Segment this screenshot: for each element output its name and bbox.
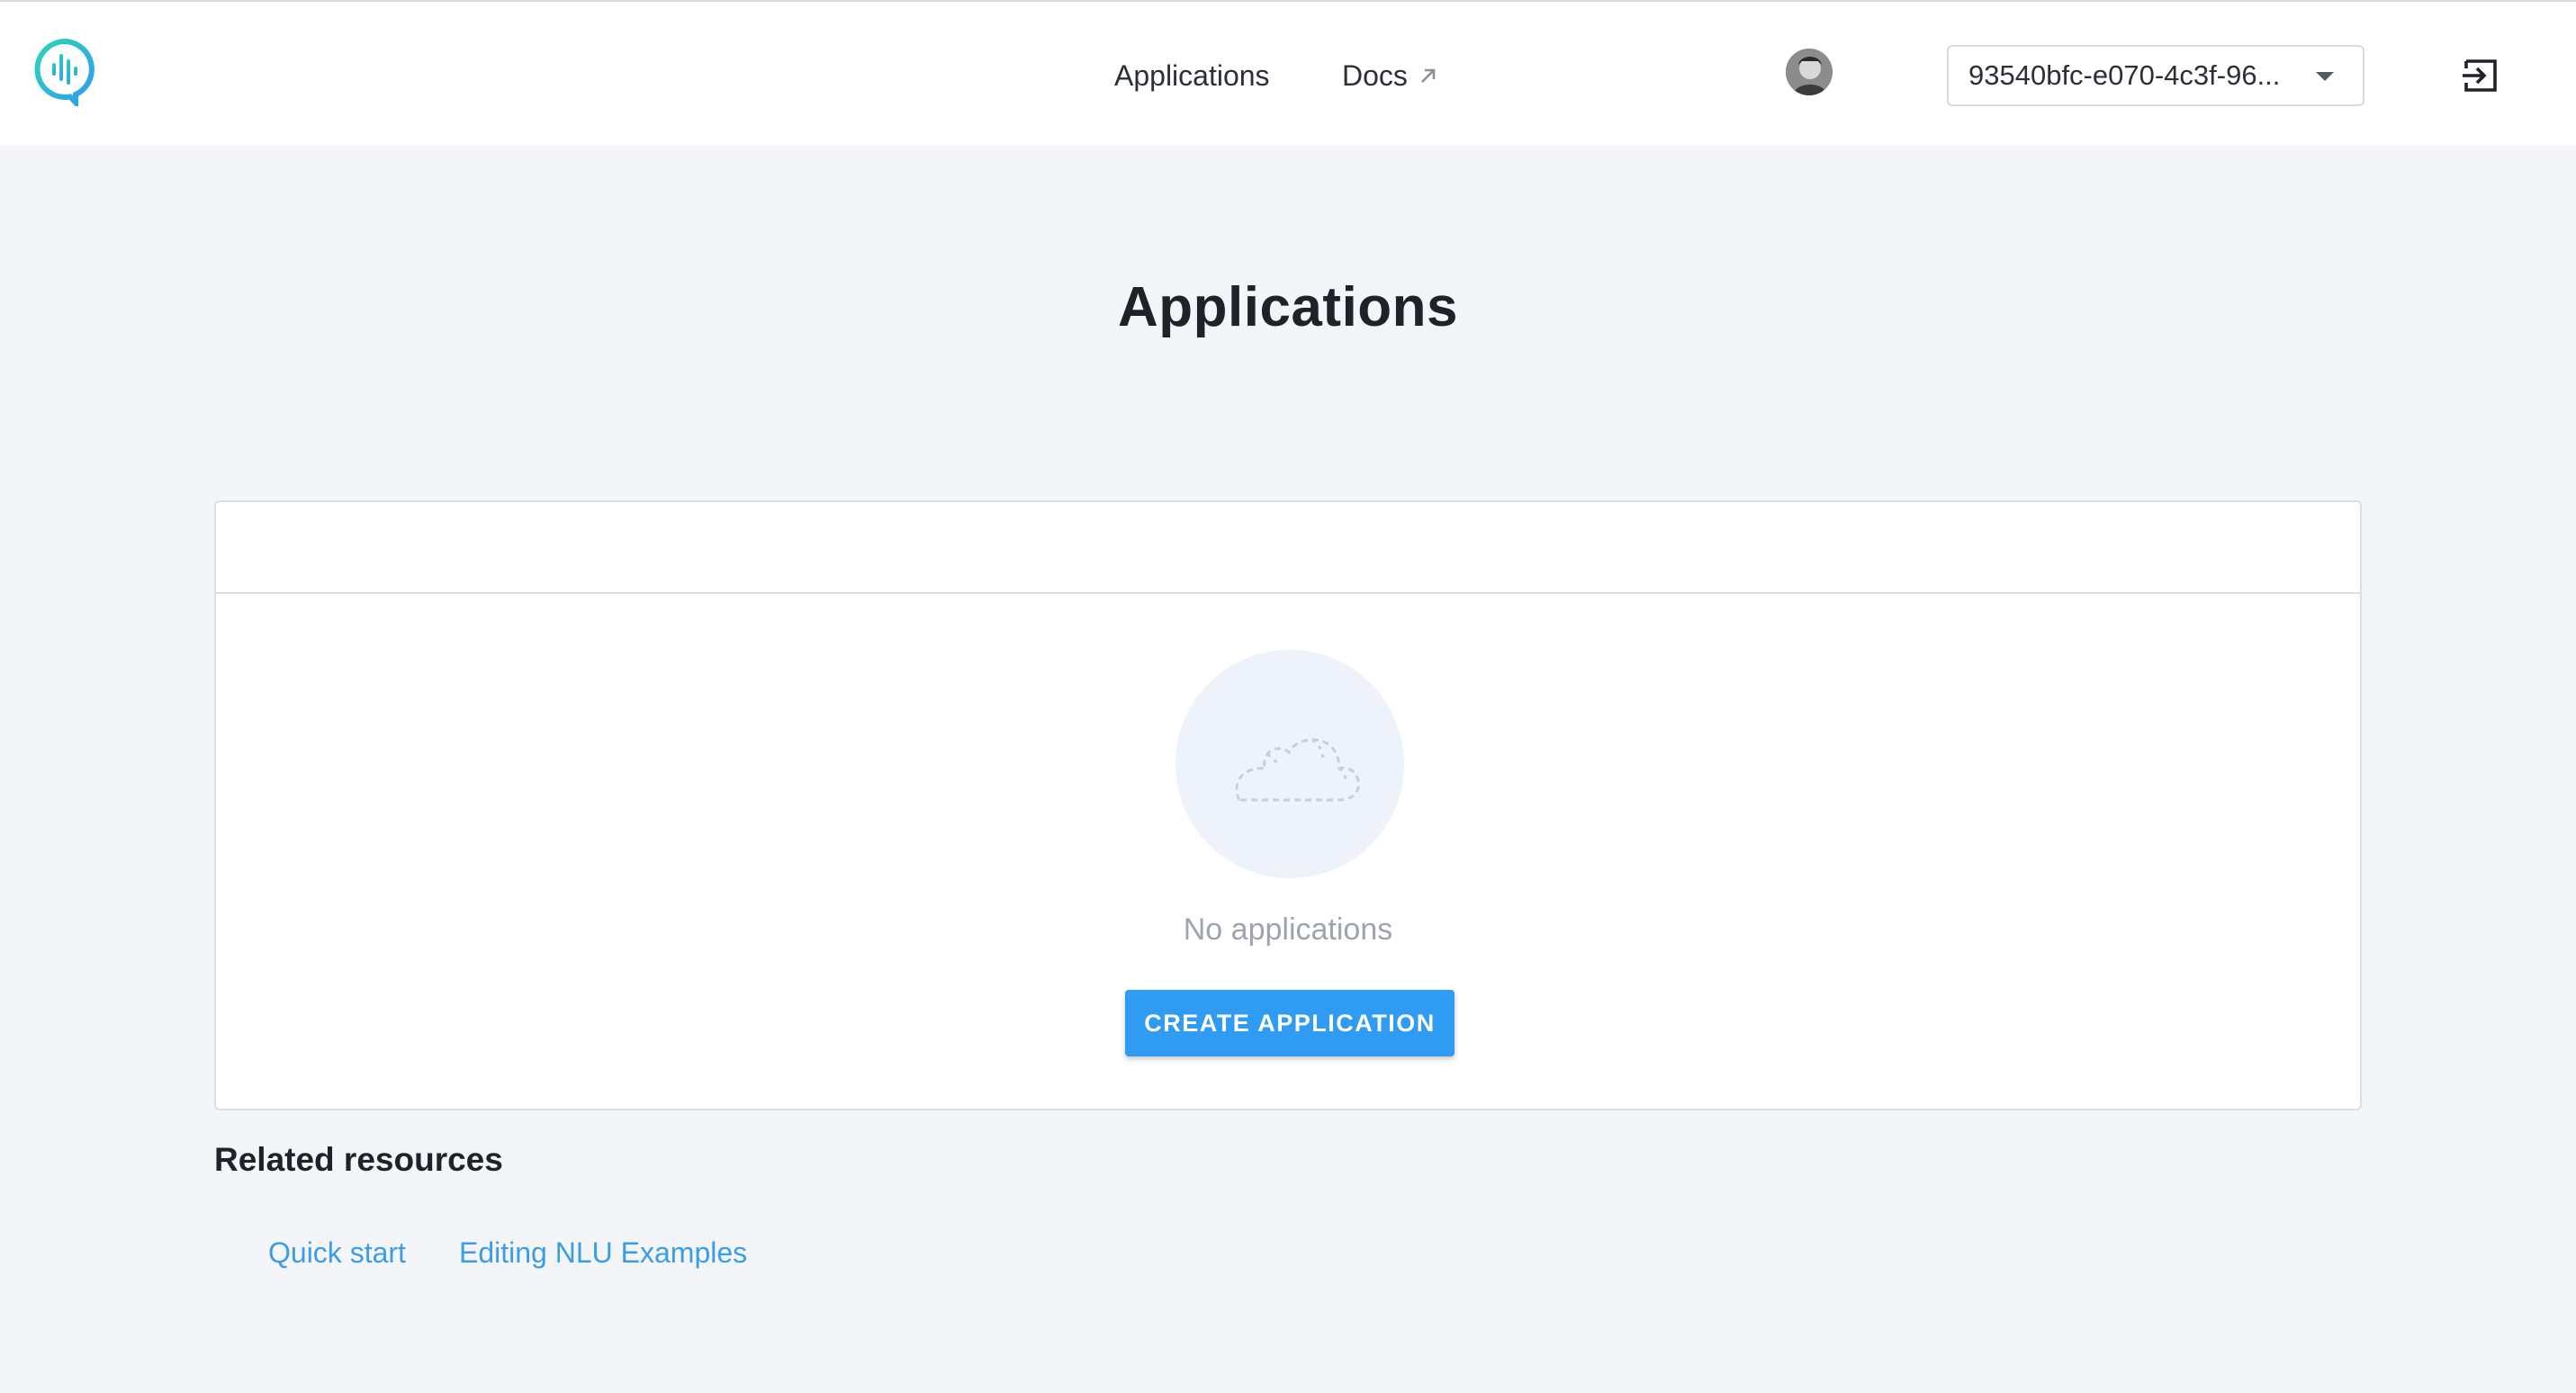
editing-nlu-examples-link[interactable]: Editing NLU Examples — [459, 1236, 747, 1270]
chevron-down-icon — [2316, 72, 2334, 81]
applications-panel: No applications CREATE APPLICATION — [214, 500, 2362, 1110]
project-selector-value: 93540bfc-e070-4c3f-96... — [1968, 59, 2281, 91]
brand-logo-icon[interactable] — [34, 38, 97, 110]
user-avatar[interactable] — [1786, 49, 1833, 95]
nav-docs-label: Docs — [1342, 59, 1408, 92]
nav-docs-link[interactable]: Docs — [1342, 58, 1440, 94]
quick-start-link[interactable]: Quick start — [268, 1236, 406, 1270]
top-navigation-bar: Applications Docs 93540bfc-e070-4c3f-96.… — [0, 0, 2576, 146]
external-link-arrow-icon — [1420, 68, 1436, 83]
empty-state-illustration — [1175, 650, 1404, 878]
related-resources-heading: Related resources — [214, 1141, 503, 1178]
applications-panel-header — [216, 502, 2360, 594]
page-title: Applications — [1117, 276, 1459, 338]
empty-state-message: No applications — [1183, 912, 1393, 947]
create-application-button[interactable]: CREATE APPLICATION — [1125, 990, 1455, 1056]
logout-icon[interactable] — [2461, 56, 2500, 95]
nav-applications-link[interactable]: Applications — [1114, 58, 1270, 94]
cloud-icon — [1235, 738, 1361, 802]
project-selector-dropdown[interactable]: 93540bfc-e070-4c3f-96... — [1947, 45, 2364, 106]
